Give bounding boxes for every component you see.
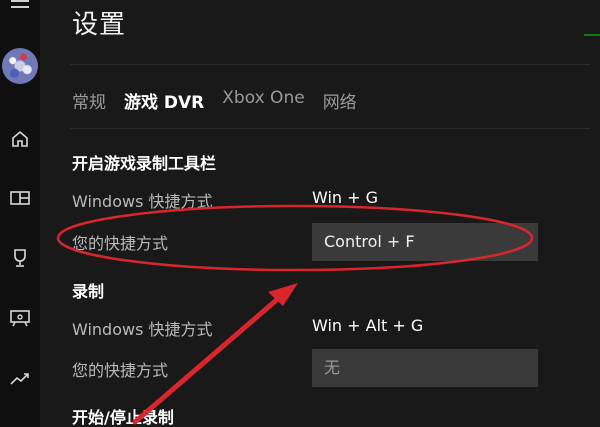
trending-icon[interactable]: [0, 363, 40, 393]
store-icon[interactable]: [0, 183, 40, 213]
windows-shortcut-label: Windows 快捷方式: [72, 192, 213, 211]
divider: [70, 128, 590, 129]
section-title-record: 录制: [72, 282, 105, 301]
accent-bar: [584, 34, 600, 36]
settings-window: 设置 常规 游戏 DVR Xbox One 网络 开启游戏录制工具栏 Windo…: [0, 0, 600, 427]
tab-network[interactable]: 网络: [323, 88, 357, 113]
tab-bar: 常规 游戏 DVR Xbox One 网络: [72, 88, 375, 113]
divider: [70, 64, 590, 65]
page-title: 设置: [72, 10, 127, 40]
custom-shortcut-input[interactable]: 无: [312, 349, 538, 387]
custom-shortcut-label: 您的快捷方式: [72, 361, 169, 380]
section-title-start-stop: 开始/停止录制: [72, 408, 174, 427]
windows-shortcut-label: Windows 快捷方式: [72, 320, 213, 339]
game-dvr-icon[interactable]: [0, 303, 40, 333]
windows-shortcut-value: Win + G: [312, 188, 379, 207]
avatar[interactable]: [2, 48, 38, 84]
tab-game-dvr[interactable]: 游戏 DVR: [124, 88, 204, 113]
sidebar: [0, 0, 40, 427]
trophy-icon[interactable]: [0, 243, 40, 273]
tab-xbox-one[interactable]: Xbox One: [222, 88, 304, 113]
main-panel: 设置 常规 游戏 DVR Xbox One 网络 开启游戏录制工具栏 Windo…: [40, 0, 600, 427]
section-title-toolbar: 开启游戏录制工具栏: [72, 154, 217, 173]
tab-general[interactable]: 常规: [72, 88, 106, 113]
menu-icon[interactable]: [0, 0, 40, 20]
custom-shortcut-input[interactable]: Control + F: [312, 223, 538, 261]
home-icon[interactable]: [0, 124, 40, 154]
windows-shortcut-value: Win + Alt + G: [312, 316, 424, 335]
custom-shortcut-label: 您的快捷方式: [72, 234, 169, 253]
